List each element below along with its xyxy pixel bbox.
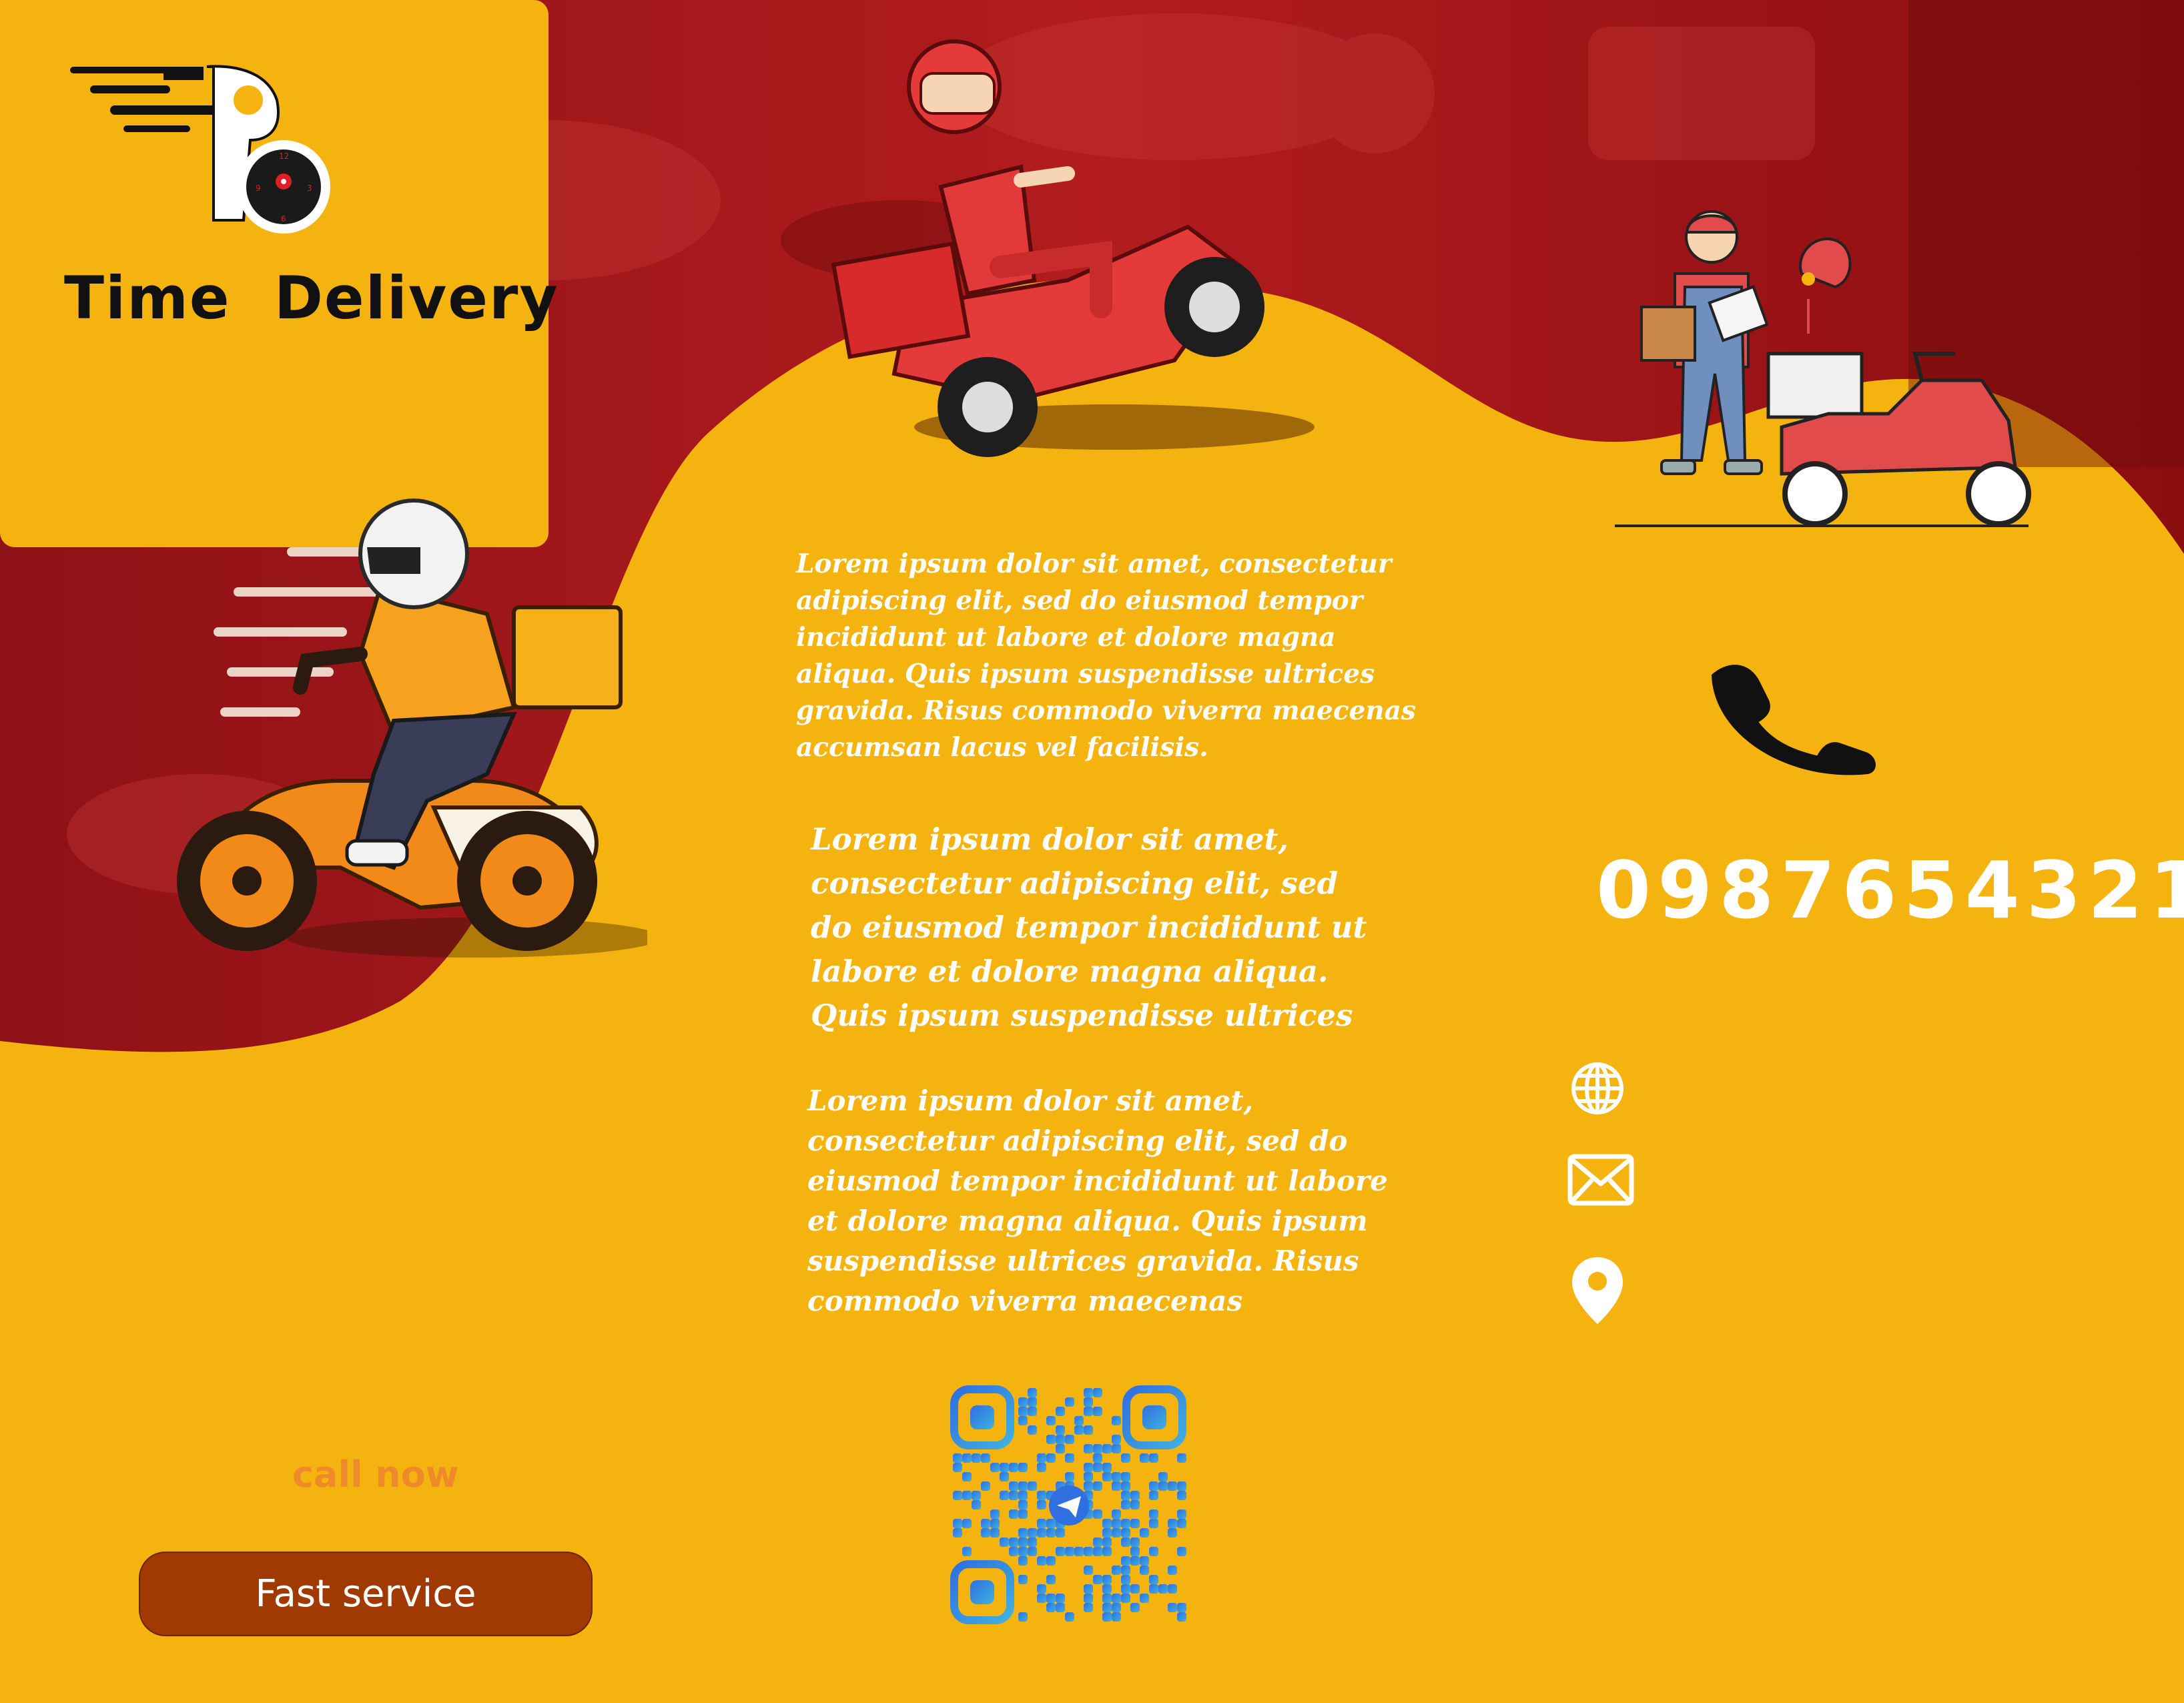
mail-icon xyxy=(1567,1154,1634,1206)
phone-icon xyxy=(1711,665,1876,775)
logo-card: 12 3 6 9 Time Delivery xyxy=(0,0,558,547)
paragraph-1: Lorem ipsum dolor sit amet, consectetur … xyxy=(796,549,1416,763)
location-pin-icon xyxy=(1572,1257,1623,1324)
brand-name: Time Delivery xyxy=(64,264,559,332)
phone-number[interactable]: 0987654321 xyxy=(1596,844,2184,936)
fast-service-button[interactable]: Fast service xyxy=(139,1552,593,1636)
svg-text:12: 12 xyxy=(279,151,289,161)
paragraph-2: Lorem ipsum dolor sit amet, consectetur … xyxy=(811,821,1367,1033)
courier-scooter-illustration xyxy=(1615,210,2031,527)
qr-code-icon[interactable] xyxy=(950,1385,1188,1624)
svg-text:9: 9 xyxy=(256,184,261,193)
paragraph-3: Lorem ipsum dolor sit amet, consectetur … xyxy=(807,1084,1388,1317)
scooter-rider-illustration xyxy=(831,39,1315,457)
svg-text:6: 6 xyxy=(281,214,286,224)
delivery-logo-icon: 12 3 6 9 xyxy=(70,65,330,234)
delivery-rider-illustration xyxy=(177,498,647,958)
globe-icon xyxy=(1571,1062,1623,1114)
svg-text:3: 3 xyxy=(307,184,312,193)
call-now-label: call now xyxy=(292,1453,459,1495)
